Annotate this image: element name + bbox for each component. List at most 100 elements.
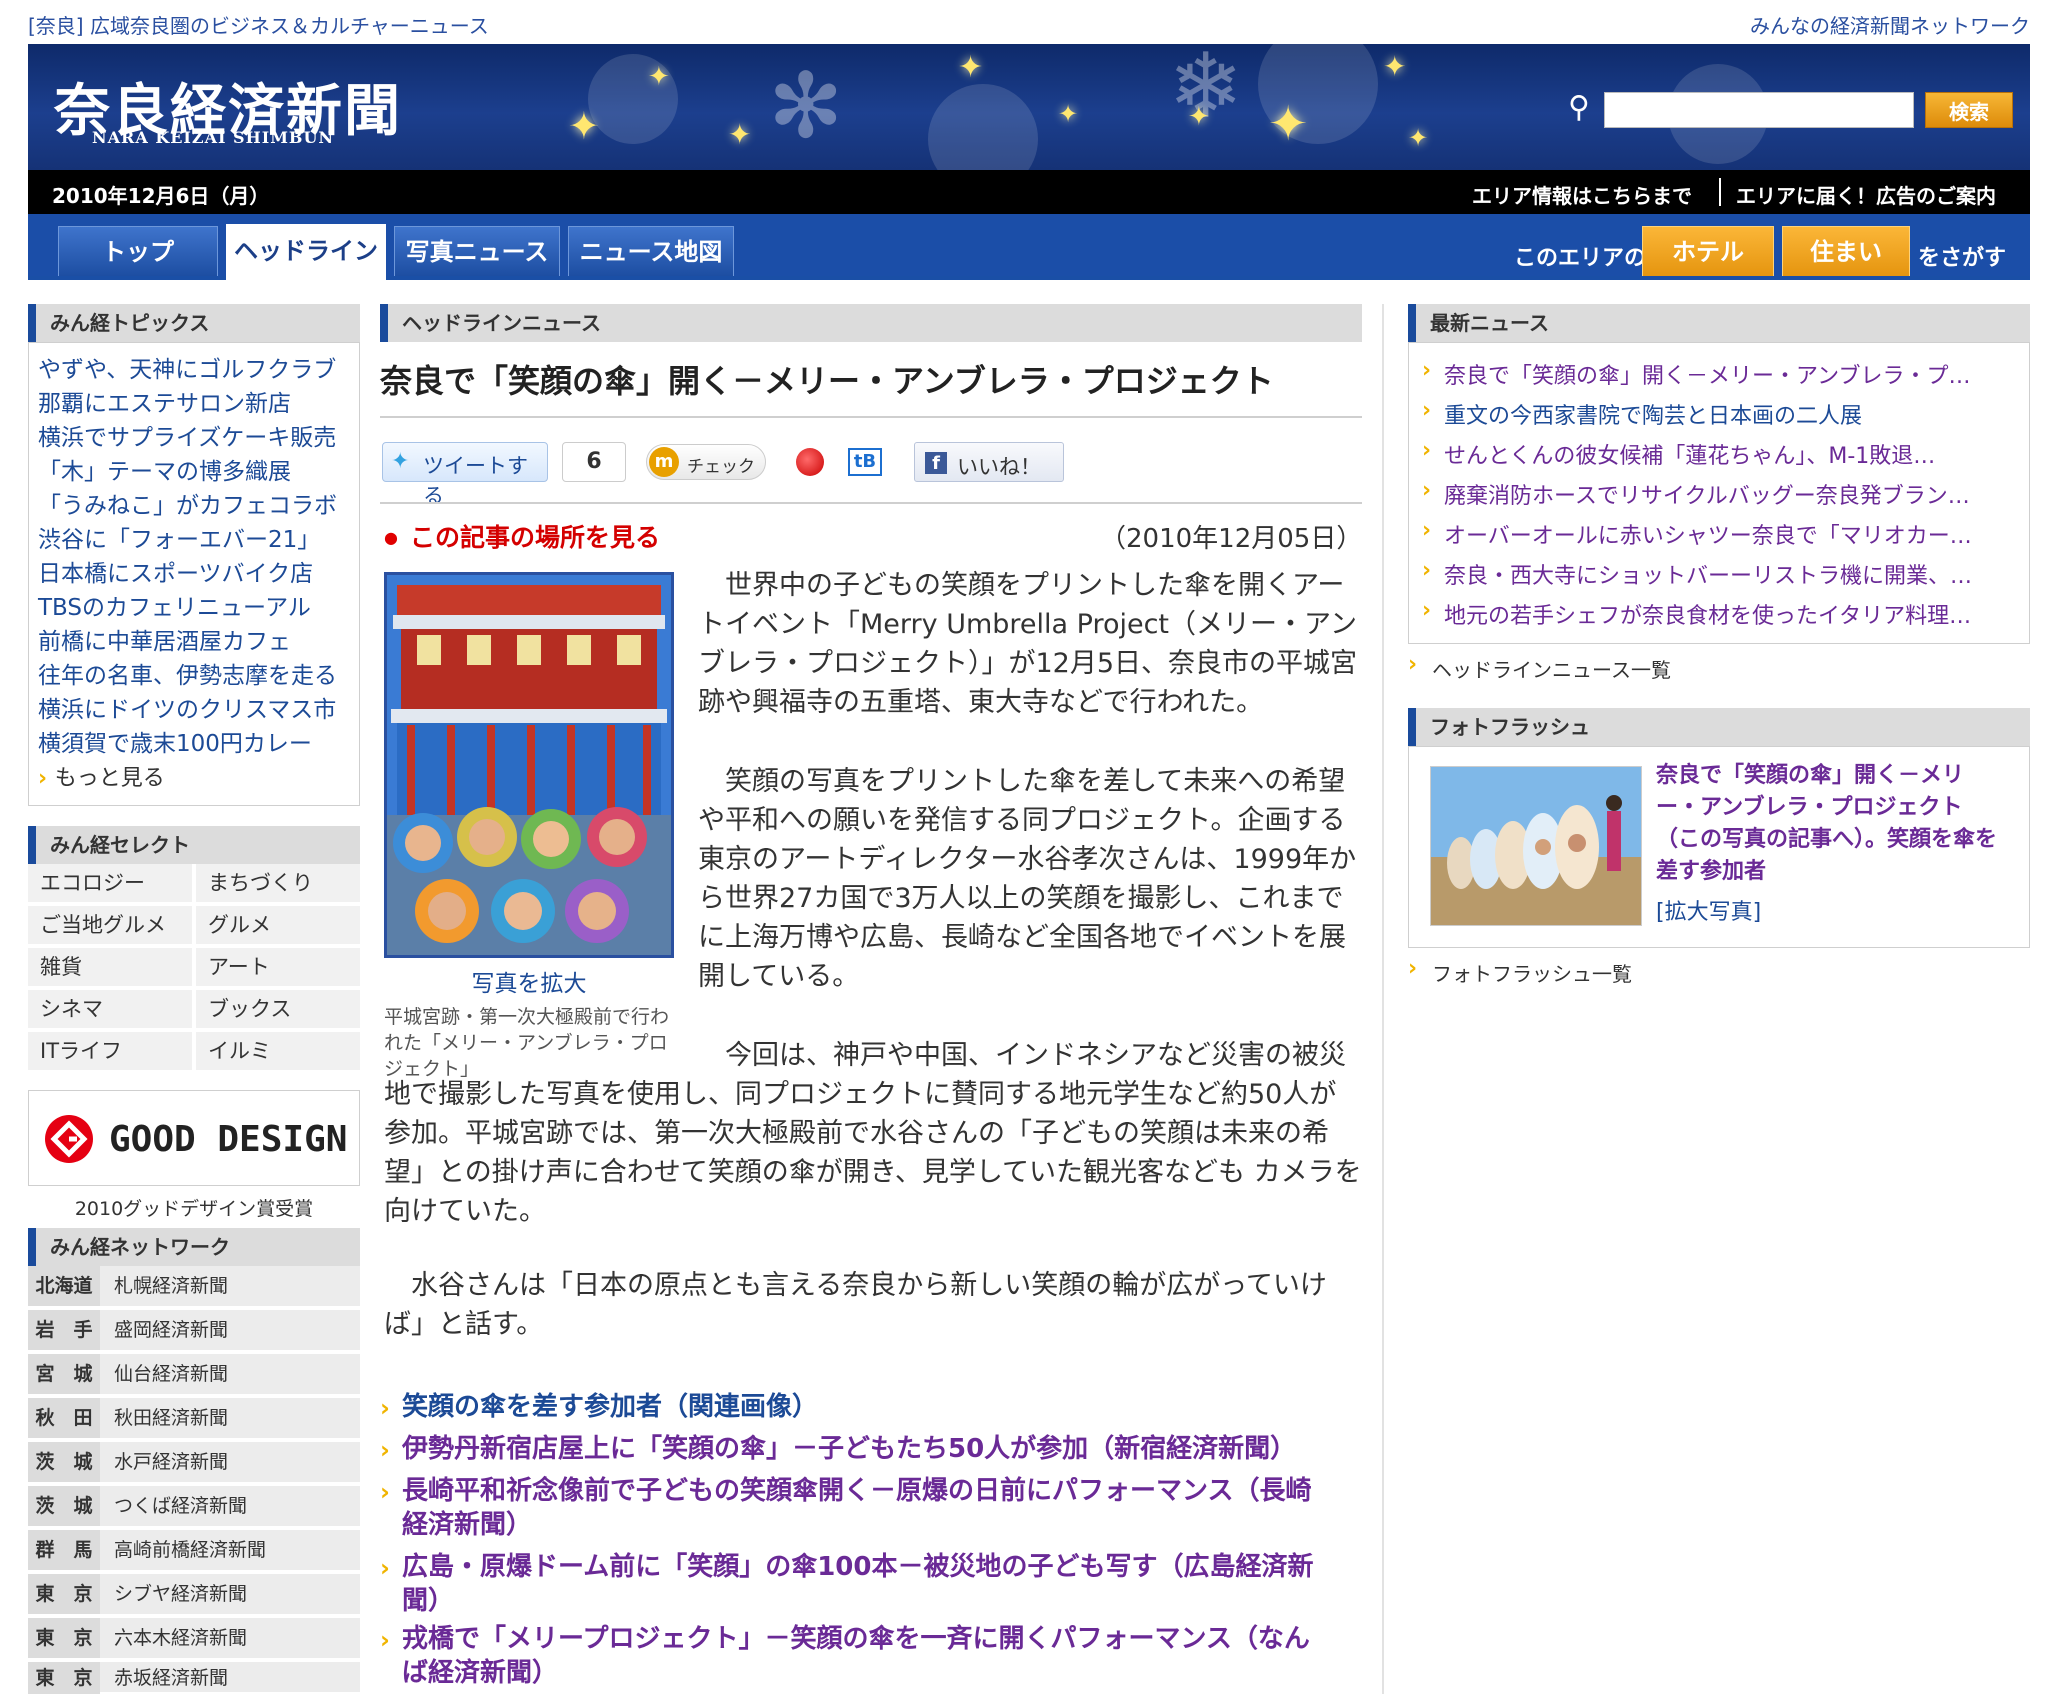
search-button[interactable]: 検索 [1925,92,2013,128]
topic-link[interactable]: TBSのカフェリニューアル [38,588,311,622]
latest-news-link[interactable]: 奈良で「笑顔の傘」開く－メリー・アンブレラ・プ… [1444,358,1970,390]
tab-headline[interactable]: ヘッドライン [226,224,386,280]
network-row[interactable]: 茨 城つくば経済新聞 [28,1486,360,1528]
find-prefix: このエリアの [1514,246,1647,271]
related-link-cont[interactable]: 聞） [402,1584,454,1618]
latest-news-link[interactable]: 重文の今西家書院で陶芸と日本画の二人展 [1444,398,1862,430]
tab-news-map[interactable]: ニュース地図 [568,226,734,276]
topic-link[interactable]: 横浜にドイツのクリスマス市 [38,690,336,724]
facebook-like-button[interactable]: f いいね！ [914,442,1064,482]
photo-flash-link[interactable]: 奈良で「笑顔の傘」開く－メリー・アンブレラ・プロジェクト（この写真の記事へ）。笑… [1656,760,2006,888]
topic-link[interactable]: 横浜でサプライズケーキ販売 [38,418,336,452]
article-map-link[interactable]: この記事の場所を見る [410,518,660,554]
star-icon: ✦ [1058,100,1079,128]
photo-flash-list-link[interactable]: フォトフラッシュ一覧 [1432,958,1632,987]
select-item[interactable]: まちづくり [196,864,360,904]
select-item[interactable]: ITライフ [28,1032,192,1072]
site-tagline-link[interactable]: [奈良] 広域奈良圏のビジネス＆カルチャーニュース [28,10,489,39]
more-topics-link[interactable]: › もっと見る [38,760,165,792]
ad-info-link[interactable]: エリアに届く！広告のご案内 [1736,180,1996,209]
network-row[interactable]: 秋 田秋田経済新聞 [28,1398,360,1440]
star-icon: ✦ [1268,96,1309,152]
network-row[interactable]: 宮 城仙台経済新聞 [28,1354,360,1396]
arrow-icon: › [1422,438,1432,463]
related-link[interactable]: 伊勢丹新宿店屋上に「笑顔の傘」－子どもたち50人が参加（新宿経済新聞） [402,1432,1296,1466]
topic-link[interactable]: 横須賀で歳末100円カレー [38,724,312,758]
star-icon: ✦ [1408,124,1429,152]
select-item[interactable]: グルメ [196,906,360,946]
network-prefecture: 東 京 [28,1618,100,1658]
top-strip: [奈良] 広域奈良圏のビジネス＆カルチャーニュース みんなの経済新聞ネットワーク [28,0,2030,44]
network-row[interactable]: 北海道 札幌経済新聞 [28,1266,360,1308]
topic-link[interactable]: 渋谷に「フォーエバー21」 [38,520,320,554]
network-row[interactable]: 東 京赤坂経済新聞 [28,1662,360,1694]
related-link[interactable]: 広島・原爆ドーム前に「笑顔」の傘100本－被災地の子ども写す（広島経済新 [402,1550,1314,1584]
bookmark-icon[interactable] [796,448,824,476]
related-link[interactable]: 長崎平和祈念像前で子どもの笑顔傘開く－原爆の日前にパフォーマンス（長崎 [402,1474,1311,1508]
good-design-label: GOOD DESIGN [109,1119,348,1160]
article-photo[interactable] [384,572,674,958]
photo-enlarge-link[interactable]: 写真を拡大 [384,964,674,998]
good-design-logo-icon [45,1115,93,1163]
header-decoration [928,84,1038,170]
arrow-icon: › [38,766,55,791]
latest-news-link[interactable]: オーバーオールに赤いシャツー奈良で「マリオカー… [1444,518,1972,550]
network-link[interactable]: みんなの経済新聞ネットワーク [1750,10,2030,39]
select-item[interactable]: 雑貨 [28,948,192,988]
select-item[interactable]: シネマ [28,990,192,1030]
map-pin-icon: ● [384,528,398,547]
good-design-banner[interactable]: GOOD DESIGN [28,1090,360,1186]
hatena-bookmark-button[interactable]: tB [848,448,882,476]
network-row[interactable]: 茨 城水戸経済新聞 [28,1442,360,1484]
latest-news-link[interactable]: 廃棄消防ホースでリサイクルバッグー奈良発ブラン… [1444,478,1970,510]
select-item[interactable]: イルミ [196,1032,360,1072]
tweet-button[interactable]: ✦ ツイートする [382,442,548,508]
select-item[interactable]: エコロジー [28,864,192,904]
related-link-cont[interactable]: 経済新聞） [402,1508,532,1542]
network-row[interactable]: 東 京シブヤ経済新聞 [28,1574,360,1616]
hotel-button[interactable]: ホテル [1642,226,1774,276]
network-row[interactable]: 岩 手盛岡経済新聞 [28,1310,360,1352]
search-input[interactable] [1604,92,1914,128]
area-info-link[interactable]: エリア情報はこちらまで [1472,180,1692,209]
network-prefecture: 茨 城 [28,1442,100,1482]
related-link[interactable]: 戎橋で「メリープロジェクト」－笑顔の傘を一斉に開くパフォーマンス（なん [402,1622,1310,1656]
topic-link[interactable]: 前橋に中華居酒屋カフェ [38,622,291,656]
select-item[interactable]: アート [196,948,360,988]
network-name: 仙台経済新聞 [114,1363,229,1385]
topic-link[interactable]: 「うみねこ」がカフェコラボ [38,486,337,520]
article-date: （2010年12月05日） [1100,524,1363,554]
arrow-icon: › [380,1554,390,1582]
topic-link[interactable]: 那覇にエステサロン新店 [38,384,291,418]
housing-button[interactable]: 住まい [1782,226,1910,276]
divider [380,416,1362,418]
tab-photo-news[interactable]: 写真ニュース [394,226,560,276]
select-item[interactable]: ブックス [196,990,360,1030]
arrow-icon: › [380,1626,390,1654]
network-name: 高崎前橋経済新聞 [114,1539,267,1561]
topic-link[interactable]: やずや、天神にゴルフクラブ [38,350,336,384]
latest-news-link[interactable]: せんとくんの彼女候補「蓮花ちゃん」、M-1敗退… [1444,438,1935,470]
headline-list-link[interactable]: ヘッドラインニュース一覧 [1432,654,1671,683]
photo-flash-image[interactable] [1430,766,1642,926]
network-name: 赤坂経済新聞 [114,1667,229,1689]
latest-news-link[interactable]: 地元の若手シェフが奈良食材を使ったイタリア料理… [1444,598,1971,630]
tab-top[interactable]: トップ [58,226,218,276]
latest-news-link[interactable]: 奈良・西大寺にショットバーーリストラ機に開業、… [1444,558,1972,590]
photo-flash-enlarge-link[interactable]: [拡大写真] [1656,894,1761,926]
related-link-cont[interactable]: ば経済新聞） [402,1656,558,1690]
select-item[interactable]: ご当地グルメ [28,906,192,946]
network-row[interactable]: 群 馬高崎前橋経済新聞 [28,1530,360,1572]
article-paragraph: 世界中の子どもの笑顔をプリントした傘を開くアートイベント「Merry Umbre… [698,570,1358,718]
arrow-icon: › [1422,598,1432,623]
mixi-check-button[interactable]: m チェック [646,444,766,480]
topic-link[interactable]: 「木」テーマの博多織展 [38,452,291,486]
network-row[interactable]: 東 京六本木経済新聞 [28,1618,360,1660]
topic-link[interactable]: 往年の名車、伊勢志摩を走る [38,656,337,690]
network-title: みん経ネットワーク [28,1228,360,1266]
find-suffix: をさがす [1918,246,2007,271]
topic-link[interactable]: 日本橋にスポーツバイク店 [38,554,313,588]
article-paragraph: 今回は、神戸や中国、インドネシアなど災害の被災地で撮影した写真を使用し、同プロジ… [384,1040,1362,1227]
site-logo-en: NARA KEIZAI SHIMBUN [92,128,335,147]
related-link[interactable]: 笑顔の傘を差す参加者（関連画像） [402,1390,818,1424]
